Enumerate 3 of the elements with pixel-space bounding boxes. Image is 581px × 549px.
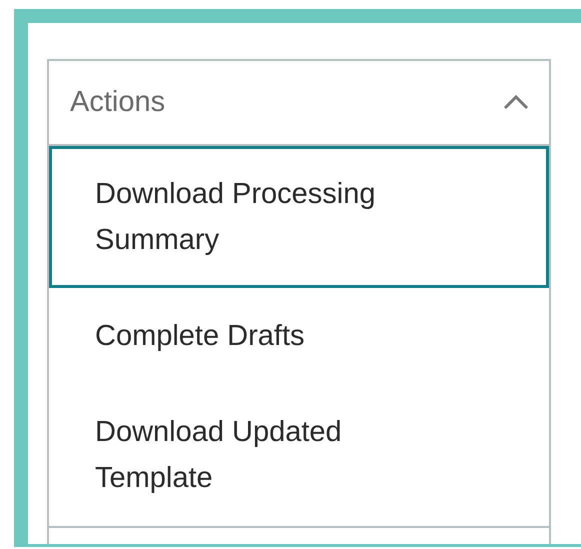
caret-icon (503, 95, 529, 110)
menu-item[interactable]: Download Processing Summary (49, 146, 549, 288)
actions-dropdown[interactable]: Actions (47, 59, 551, 146)
